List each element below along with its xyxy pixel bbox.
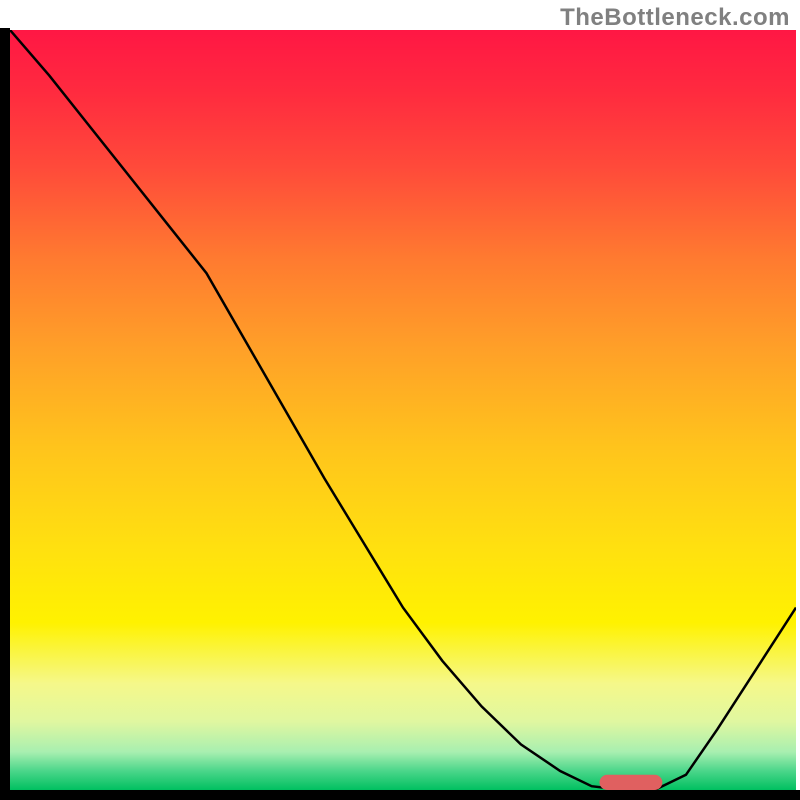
optimal-range-marker (600, 775, 663, 790)
watermark-text: TheBottleneck.com (560, 4, 790, 32)
y-axis (0, 28, 10, 800)
gradient-background (10, 30, 796, 790)
bottleneck-chart (0, 0, 800, 800)
x-axis (0, 790, 800, 800)
chart-container: TheBottleneck.com (0, 0, 800, 800)
